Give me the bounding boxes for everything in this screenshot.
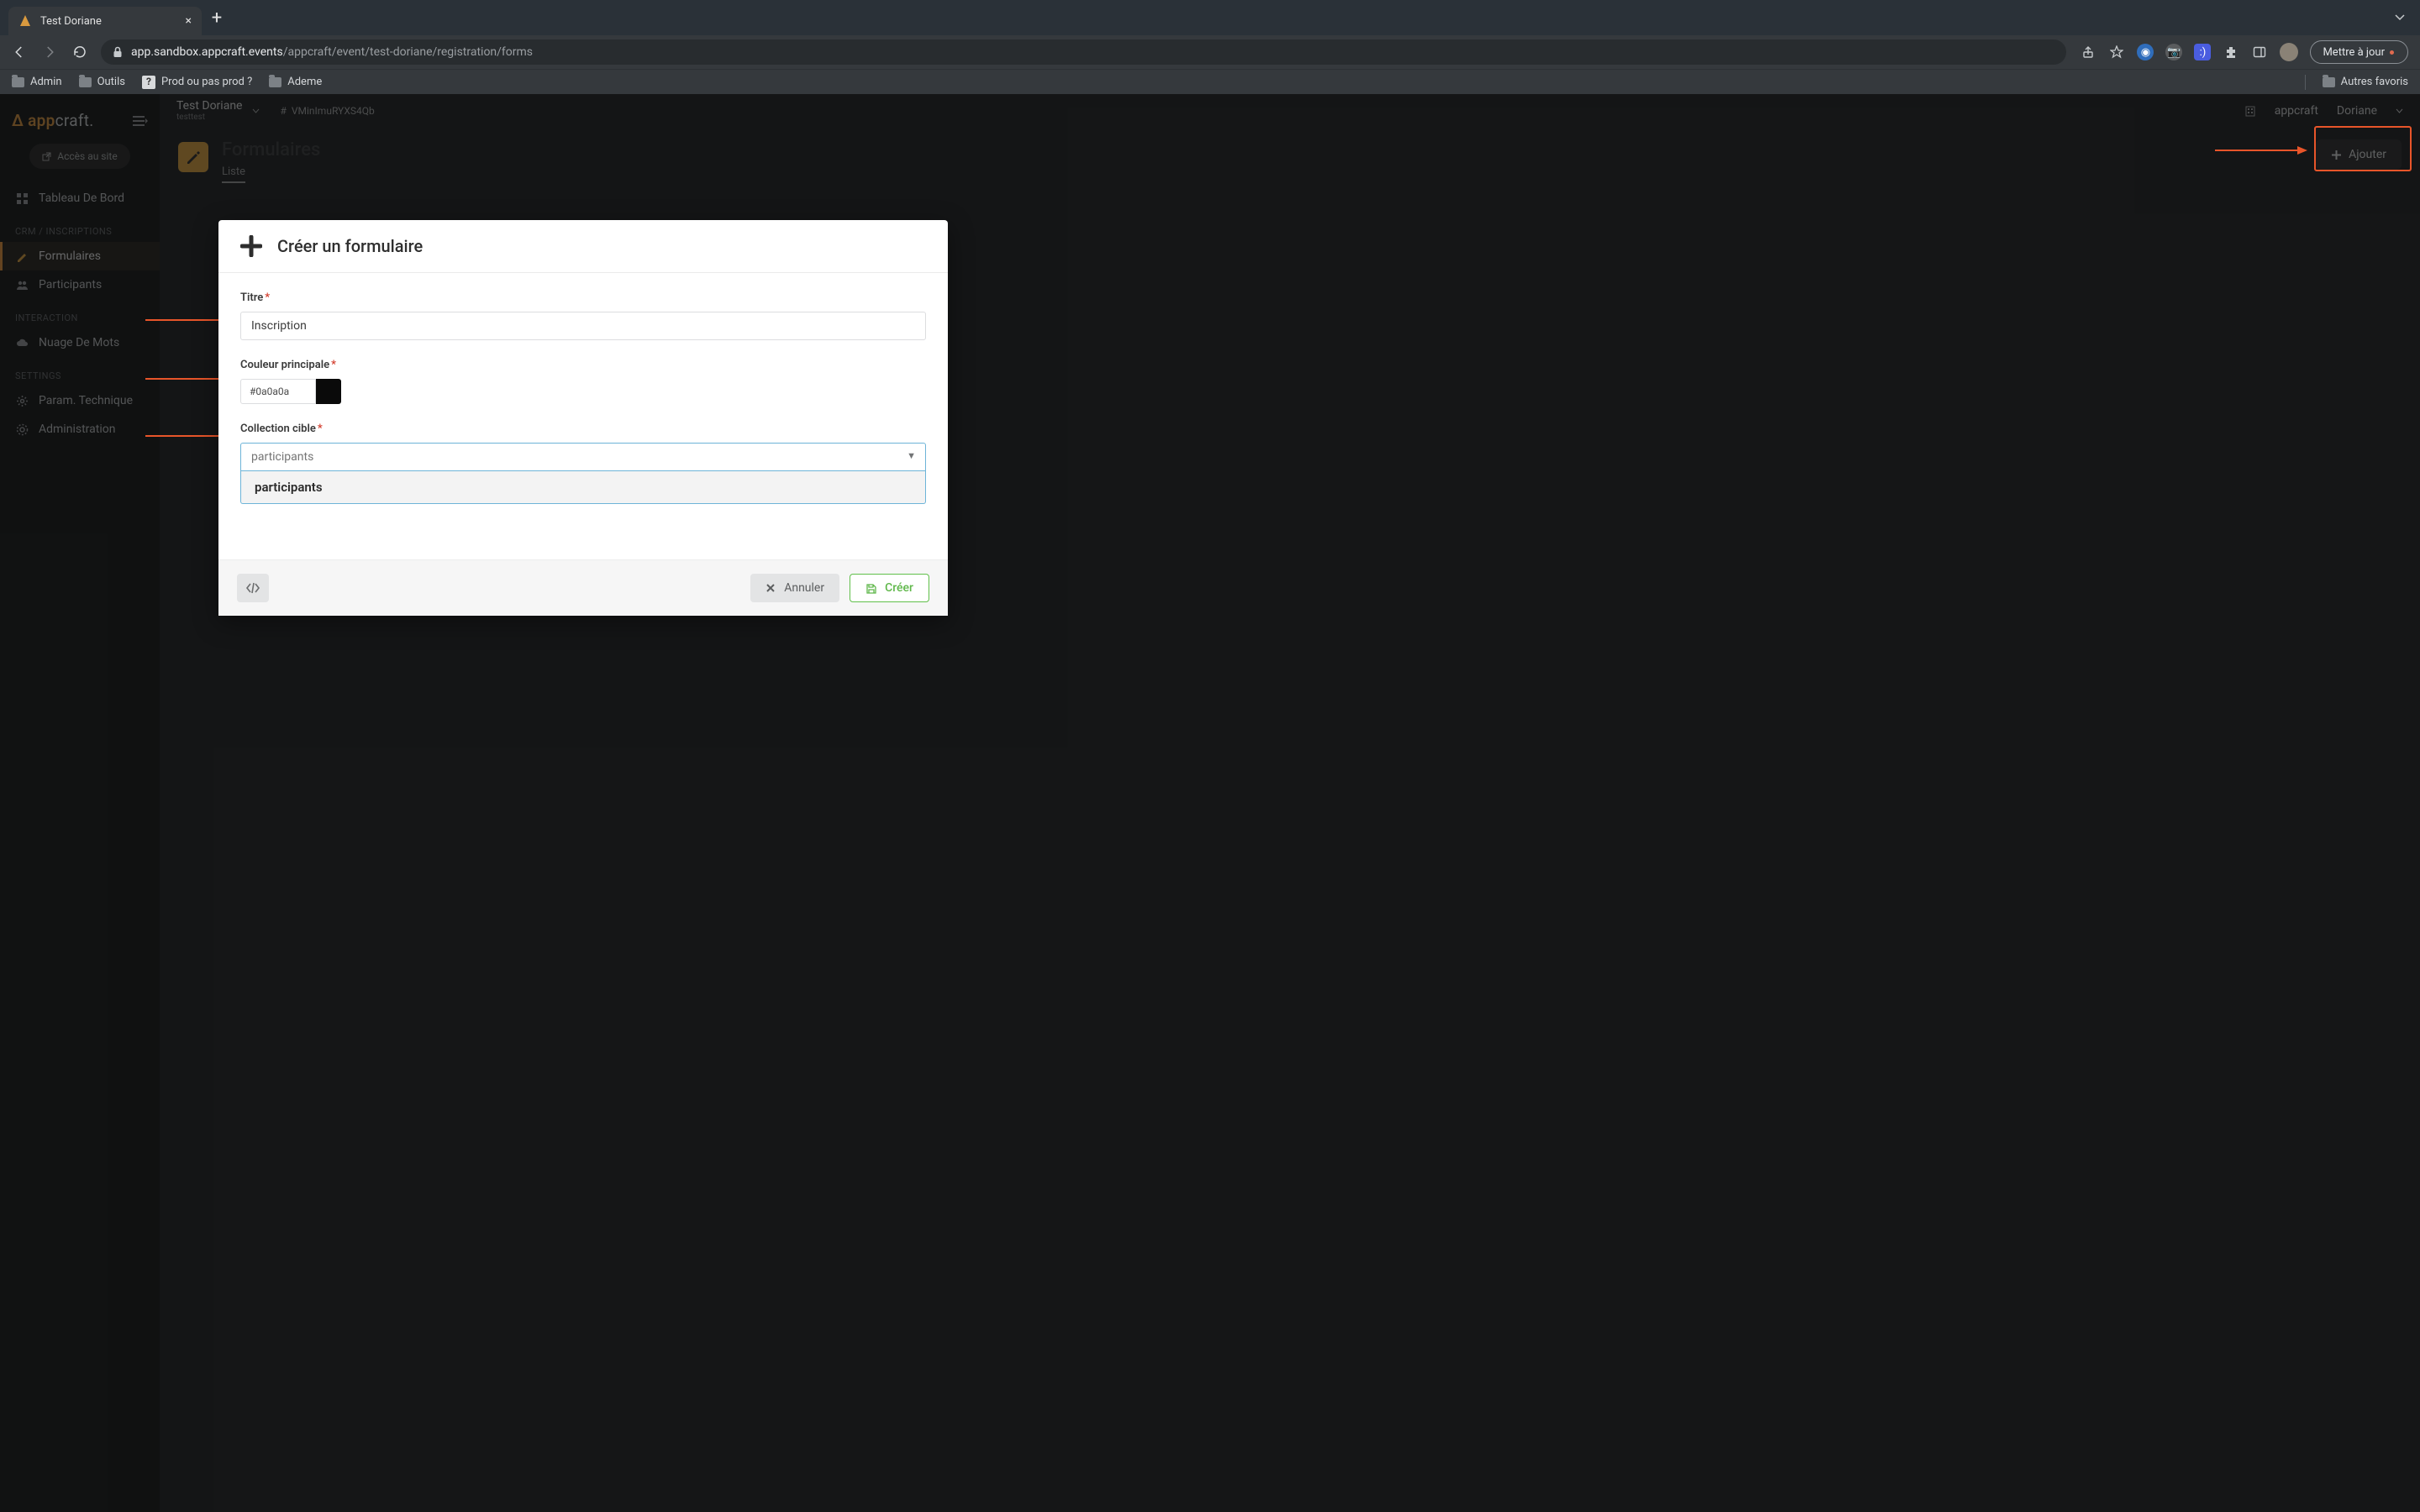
cancel-button[interactable]: Annuler	[750, 574, 839, 602]
update-button[interactable]: Mettre à jour	[2310, 40, 2408, 64]
collection-dropdown: participants	[240, 471, 926, 504]
tab-favicon-icon	[18, 14, 32, 28]
share-icon[interactable]	[2080, 44, 2096, 60]
code-view-button[interactable]	[237, 574, 269, 602]
update-button-label: Mettre à jour	[2323, 46, 2385, 59]
titre-input[interactable]	[240, 312, 926, 340]
folder-icon	[12, 77, 24, 87]
back-icon[interactable]	[12, 45, 27, 60]
ext1-icon[interactable]: ◉	[2137, 44, 2154, 60]
collection-select[interactable]	[240, 443, 926, 471]
forward-icon[interactable]	[42, 45, 57, 60]
address-row: app.sandbox.appcraft.events/appcraft/eve…	[0, 35, 2420, 69]
tab-title: Test Doriane	[40, 15, 177, 28]
couleur-input[interactable]	[240, 379, 316, 404]
tab-dropdown-icon[interactable]	[2395, 14, 2420, 21]
bookmarks-bar: Admin Outils ?Prod ou pas prod ? Ademe A…	[0, 69, 2420, 94]
help-icon: ?	[142, 76, 155, 89]
star-icon[interactable]	[2108, 44, 2125, 60]
modal-title: Créer un formulaire	[277, 236, 423, 256]
titre-label: Titre*	[240, 291, 926, 304]
browser-tab[interactable]: Test Doriane ×	[8, 7, 202, 35]
save-icon	[865, 583, 876, 594]
tab-close-icon[interactable]: ×	[186, 14, 192, 28]
lock-icon	[113, 46, 123, 58]
tab-bar: Test Doriane × +	[0, 0, 2420, 35]
dropdown-option-participants[interactable]: participants	[241, 471, 925, 503]
bookmark-prod[interactable]: ?Prod ou pas prod ?	[142, 76, 252, 89]
bookmark-ademe[interactable]: Ademe	[269, 76, 322, 88]
panel-icon[interactable]	[2251, 44, 2268, 60]
cancel-label: Annuler	[784, 581, 824, 595]
bookmark-outils[interactable]: Outils	[79, 76, 125, 88]
folder-icon	[79, 77, 92, 87]
bookmark-other[interactable]: Autres favoris	[2323, 76, 2408, 88]
collection-label: Collection cible*	[240, 423, 926, 435]
folder-icon	[2323, 77, 2335, 87]
create-form-modal: Créer un formulaire Titre* Couleur princ…	[218, 220, 948, 616]
modal-plus-icon	[240, 235, 262, 257]
profile-avatar[interactable]	[2280, 43, 2298, 61]
address-bar[interactable]: app.sandbox.appcraft.events/appcraft/eve…	[101, 39, 2066, 65]
new-tab-button[interactable]: +	[205, 8, 229, 29]
url-domain: app.sandbox.appcraft.events	[131, 45, 283, 59]
couleur-label: Couleur principale*	[240, 359, 926, 371]
reload-icon[interactable]	[72, 45, 87, 60]
bookmark-admin[interactable]: Admin	[12, 76, 62, 88]
extensions-icon[interactable]	[2223, 44, 2239, 60]
url-path: /appcraft/event/test-doriane/registratio…	[283, 45, 533, 59]
ext3-icon[interactable]: :)	[2194, 44, 2211, 60]
ext2-icon[interactable]: 📷	[2165, 44, 2182, 60]
couleur-swatch[interactable]	[316, 379, 341, 404]
update-dot-icon	[2390, 50, 2394, 55]
close-icon	[765, 583, 776, 593]
select-caret-icon[interactable]: ▼	[907, 450, 916, 461]
create-label: Créer	[885, 581, 913, 595]
create-button[interactable]: Créer	[850, 574, 929, 602]
folder-icon	[269, 77, 281, 87]
